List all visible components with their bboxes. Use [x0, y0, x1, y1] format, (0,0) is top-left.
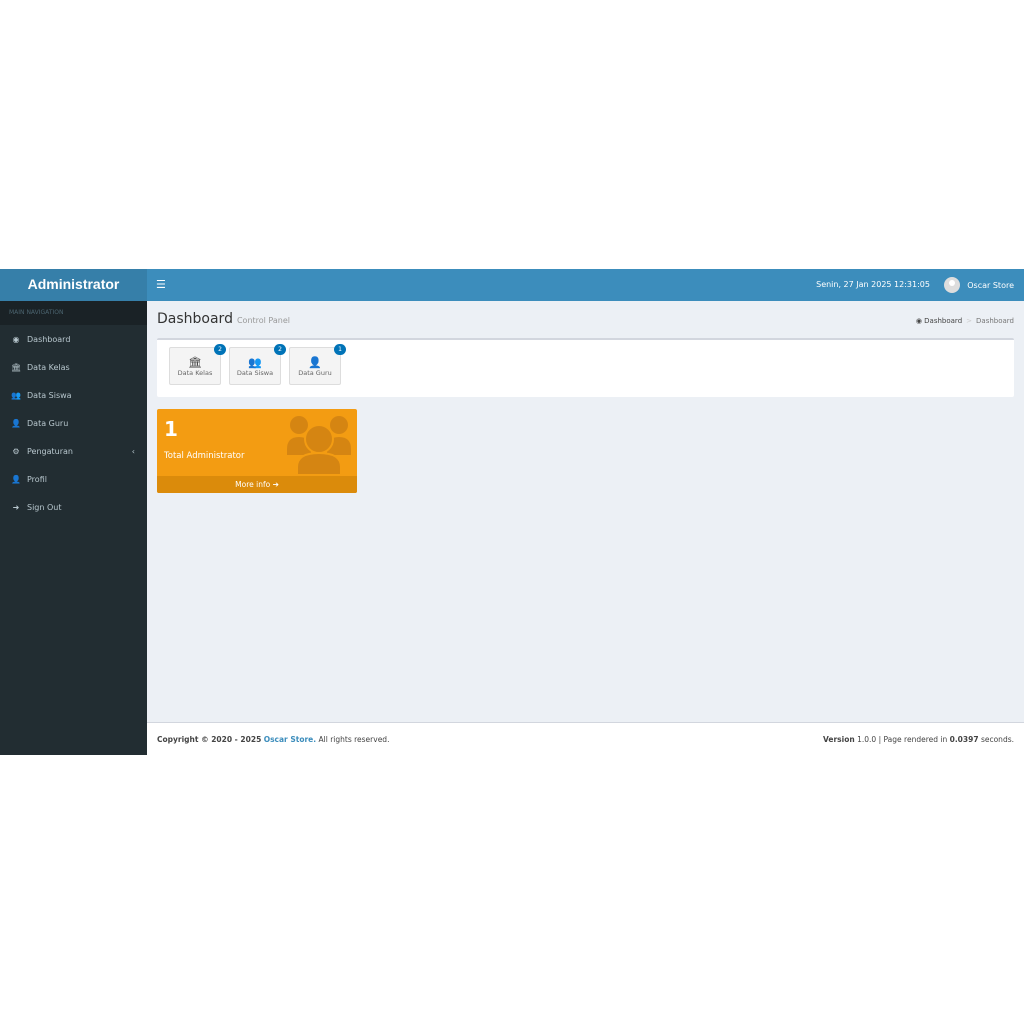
stat-value: 1: [164, 417, 178, 441]
copyright: Copyright © 2020 - 2025 Oscar Store. All…: [157, 735, 389, 744]
breadcrumb-home[interactable]: Dashboard: [924, 317, 962, 325]
dashboard-icon: ◉: [915, 317, 925, 325]
chevron-left-icon: ‹: [131, 446, 135, 456]
stat-label: Total Administrator: [164, 451, 245, 461]
shortcut-box: 2 🏛 Data Kelas 2 👥 Data Siswa 1 👤 Data Guru: [157, 338, 1014, 397]
render-suffix: seconds.: [980, 735, 1014, 744]
nav-header: MAIN NAVIGATION: [0, 301, 147, 325]
sign-out-icon: ➜: [12, 502, 20, 512]
user-menu[interactable]: Oscar Store: [944, 277, 1014, 293]
page-subtitle: Control Panel: [236, 316, 291, 325]
sidebar-item-label: Data Kelas: [27, 362, 70, 372]
sidebar-item-sign-out[interactable]: ➜ Sign Out: [0, 493, 147, 521]
datetime: Senin, 27 Jan 2025 12:31:05: [816, 280, 930, 289]
render-time: 0.0397: [949, 735, 979, 744]
users-icon: [287, 416, 351, 475]
institution-icon: 🏛: [11, 362, 22, 372]
sidebar-item-label: Sign Out: [27, 502, 62, 512]
page-title-text: Dashboard: [157, 311, 233, 327]
brand-link[interactable]: Oscar Store.: [264, 735, 316, 744]
sidebar-item-data-guru[interactable]: 👤 Data Guru: [0, 409, 147, 437]
breadcrumb-current: Dashboard: [976, 317, 1014, 325]
gears-icon: ⚙: [12, 446, 20, 456]
render-prefix: | Page rendered in: [878, 735, 948, 744]
stat-box-administrator: 1 Total Administrator More info ➔: [157, 409, 357, 493]
user-name: Oscar Store: [967, 280, 1014, 290]
user-md-icon: 👤: [308, 356, 322, 369]
sidebar-item-label: Dashboard: [27, 334, 71, 344]
user-md-icon: 👤: [11, 418, 21, 428]
rights-text: All rights reserved.: [318, 735, 390, 744]
sidebar: MAIN NAVIGATION ◉ Dashboard 🏛 Data Kelas 👥…: [0, 301, 147, 755]
top-navbar: ☰ Senin, 27 Jan 2025 12:31:05 Oscar Stor…: [147, 269, 1024, 301]
breadcrumb: ◉ Dashboard > Dashboard: [916, 317, 1014, 325]
dashboard-icon: ◉: [12, 334, 20, 344]
sidebar-toggle-icon[interactable]: ☰: [156, 278, 166, 291]
count-badge: 2: [214, 344, 226, 355]
sidebar-item-profil[interactable]: 👤 Profil: [0, 465, 147, 493]
app-button-data-guru[interactable]: 1 👤 Data Guru: [289, 344, 346, 385]
page-title: Dashboard Control Panel: [157, 311, 290, 327]
content: Dashboard Control Panel ◉ Dashboard > Dashb…: [147, 301, 1024, 722]
avatar: [944, 277, 961, 293]
app-button-label: Data Guru: [298, 369, 332, 377]
version-value: 1.0.0: [857, 735, 877, 744]
user-icon: 👤: [11, 474, 21, 484]
breadcrumb-separator: >: [966, 317, 973, 325]
copyright-text: Copyright © 2020 - 2025: [157, 735, 262, 744]
count-badge: 1: [334, 344, 346, 355]
sidebar-item-label: Data Siswa: [27, 390, 72, 400]
users-icon: 👥: [11, 390, 21, 400]
version-label: Version: [822, 735, 855, 744]
sidebar-item-label: Pengaturan: [27, 446, 73, 456]
version-info: Version 1.0.0 | Page rendered in 0.0397 …: [823, 735, 1014, 744]
app-button-data-kelas[interactable]: 2 🏛 Data Kelas: [169, 344, 226, 385]
app-button-label: Data Kelas: [177, 369, 213, 377]
sidebar-item-pengaturan[interactable]: ⚙ Pengaturan ‹: [0, 437, 147, 465]
app-button-data-siswa[interactable]: 2 👥 Data Siswa: [229, 344, 286, 385]
app-button-label: Data Siswa: [236, 369, 274, 377]
logo[interactable]: Administrator: [0, 269, 147, 301]
users-icon: 👥: [248, 356, 262, 369]
sidebar-item-data-kelas[interactable]: 🏛 Data Kelas: [0, 353, 147, 381]
sidebar-item-label: Profil: [27, 474, 47, 484]
sidebar-item-label: Data Guru: [27, 418, 69, 428]
sidebar-item-dashboard[interactable]: ◉ Dashboard: [0, 325, 147, 353]
institution-icon: 🏛: [188, 356, 202, 369]
sidebar-item-data-siswa[interactable]: 👥 Data Siswa: [0, 381, 147, 409]
more-info-link[interactable]: More info ➔: [157, 476, 357, 493]
app-window: Administrator ☰ Senin, 27 Jan 2025 12:31…: [0, 269, 1024, 755]
footer: Copyright © 2020 - 2025 Oscar Store. All…: [147, 722, 1024, 755]
count-badge: 2: [274, 344, 286, 355]
